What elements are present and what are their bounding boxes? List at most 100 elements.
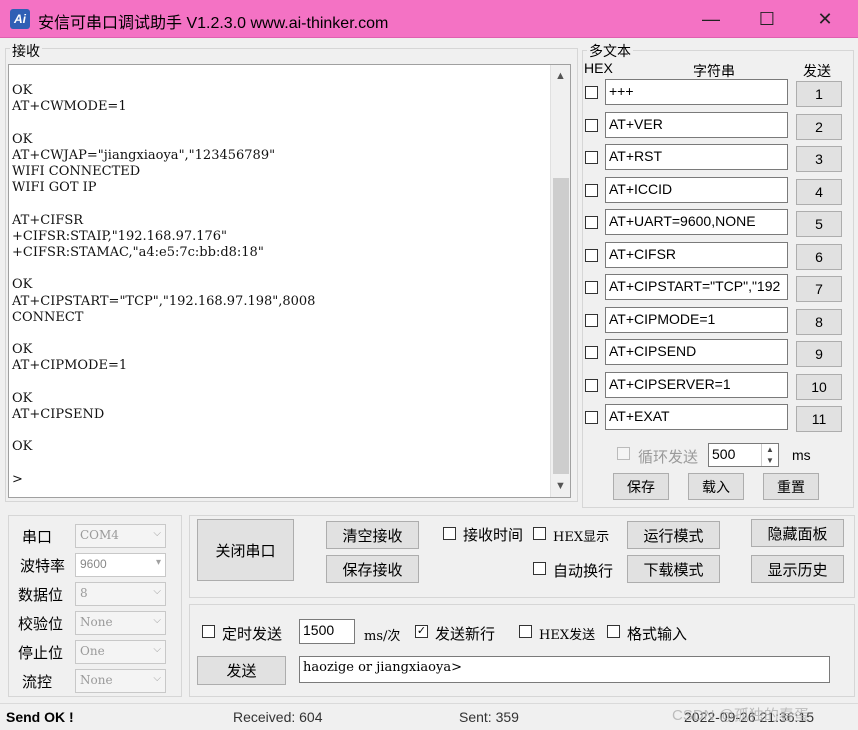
multitext-send-button[interactable]: 3 bbox=[796, 146, 842, 172]
multitext-send-button[interactable]: 5 bbox=[796, 211, 842, 237]
close-button[interactable]: ✕ bbox=[797, 0, 853, 38]
receive-scrollbar[interactable]: ▲ ▼ bbox=[550, 65, 570, 497]
parity-value: None bbox=[80, 615, 113, 629]
status-bar: Send OK ! Received: 604 Sent: 359 2022-0… bbox=[0, 703, 858, 730]
loop-interval-spinner[interactable]: ▲ ▼ bbox=[761, 444, 778, 466]
multitext-send-button[interactable]: 4 bbox=[796, 178, 842, 205]
receive-textarea[interactable]: OK AT+CWMODE=1 OK AT+CWJAP="jiangxiaoya"… bbox=[8, 64, 571, 498]
received-count: Received: 604 bbox=[233, 709, 323, 725]
databits-value: 8 bbox=[80, 586, 88, 600]
receive-text: OK AT+CWMODE=1 OK AT+CWJAP="jiangxiaoya"… bbox=[12, 83, 316, 487]
multitext-send-button[interactable]: 9 bbox=[796, 341, 842, 367]
multitext-send-button[interactable]: 1 bbox=[796, 81, 842, 107]
auto-wrap-label: 自动换行 bbox=[553, 563, 614, 580]
receive-group-label: 接收 bbox=[10, 41, 42, 61]
maximize-button[interactable]: ☐ bbox=[739, 0, 795, 38]
chevron-down-icon: ⌵ bbox=[153, 644, 161, 655]
chevron-down-icon: ⌵ bbox=[153, 615, 161, 626]
send-newline-checkbox[interactable]: ✓ bbox=[415, 625, 428, 638]
multitext-command-input[interactable]: AT+CIPSERVER=1 bbox=[605, 371, 788, 398]
scroll-down-icon[interactable]: ▼ bbox=[551, 477, 570, 495]
hex-display-checkbox[interactable] bbox=[533, 527, 546, 540]
hex-send-checkbox[interactable] bbox=[519, 625, 532, 638]
auto-wrap-checkbox[interactable] bbox=[533, 562, 546, 575]
multitext-group-label: 多文本 bbox=[587, 41, 633, 61]
loop-send-checkbox[interactable] bbox=[617, 447, 630, 460]
hex-send-label: HEX发送 bbox=[539, 628, 596, 643]
multitext-hex-checkbox[interactable] bbox=[585, 183, 598, 197]
timed-send-checkbox[interactable] bbox=[202, 625, 215, 638]
stopbits-select[interactable]: One ⌵ bbox=[75, 640, 166, 664]
multitext-hex-checkbox[interactable] bbox=[585, 216, 598, 229]
multitext-hex-checkbox[interactable] bbox=[585, 378, 598, 392]
minimize-button[interactable]: — bbox=[683, 0, 739, 38]
stopbits-label: 停止位 bbox=[18, 645, 64, 662]
send-text-input[interactable]: haozige or jiangxiaoya> bbox=[299, 656, 830, 683]
string-column-header: 字符串 bbox=[693, 63, 735, 79]
window-title: 安信可串口调试助手 V1.2.3.0 www.ai-thinker.com bbox=[38, 15, 389, 32]
multitext-hex-checkbox[interactable] bbox=[585, 86, 598, 99]
chevron-down-icon: ▾ bbox=[155, 557, 161, 568]
send-button[interactable]: 发送 bbox=[197, 656, 286, 685]
title-bar: Ai 安信可串口调试助手 V1.2.3.0 www.ai-thinker.com… bbox=[0, 0, 858, 38]
scroll-up-icon[interactable]: ▲ bbox=[551, 67, 570, 85]
multitext-hex-checkbox[interactable] bbox=[585, 248, 598, 262]
show-history-button[interactable]: 显示历史 bbox=[751, 555, 844, 583]
timed-interval-input[interactable]: 1500 bbox=[299, 619, 355, 644]
multitext-send-button[interactable]: 2 bbox=[796, 113, 842, 140]
multitext-hex-checkbox[interactable] bbox=[585, 346, 598, 359]
multitext-send-button[interactable]: 6 bbox=[796, 243, 842, 270]
port-select[interactable]: COM4 ⌵ bbox=[75, 524, 166, 548]
flow-select[interactable]: None ⌵ bbox=[75, 669, 166, 693]
baud-value: 9600 bbox=[80, 557, 107, 571]
multitext-command-input[interactable]: +++ bbox=[605, 79, 788, 105]
close-port-button[interactable]: 关闭串口 bbox=[197, 519, 294, 581]
multitext-hex-checkbox[interactable] bbox=[585, 281, 598, 294]
reset-multitext-button[interactable]: 重置 bbox=[763, 473, 819, 500]
multitext-send-button[interactable]: 7 bbox=[796, 276, 842, 302]
sent-count: Sent: 359 bbox=[459, 709, 519, 725]
load-multitext-button[interactable]: 载入 bbox=[688, 473, 744, 500]
multitext-command-input[interactable]: AT+VER bbox=[605, 111, 788, 138]
parity-label: 校验位 bbox=[18, 616, 64, 633]
multitext-command-input[interactable]: AT+CIFSR bbox=[605, 241, 788, 268]
multitext-send-button[interactable]: 8 bbox=[796, 308, 842, 335]
stopbits-value: One bbox=[80, 644, 105, 658]
hide-panel-button[interactable]: 隐藏面板 bbox=[751, 519, 844, 547]
multitext-command-input[interactable]: AT+UART=9600,NONE bbox=[605, 209, 788, 235]
port-value: COM4 bbox=[80, 528, 119, 542]
loop-send-label: 循环发送 bbox=[638, 449, 699, 466]
receive-time-checkbox[interactable] bbox=[443, 527, 456, 540]
multitext-command-input[interactable]: AT+ICCID bbox=[605, 176, 788, 203]
receive-time-label: 接收时间 bbox=[463, 527, 524, 544]
send-panel bbox=[189, 604, 855, 697]
send-column-header: 发送 bbox=[803, 63, 831, 79]
multitext-send-button[interactable]: 11 bbox=[796, 406, 842, 432]
databits-label: 数据位 bbox=[18, 587, 64, 604]
format-input-checkbox[interactable] bbox=[607, 625, 620, 638]
parity-select[interactable]: None ⌵ bbox=[75, 611, 166, 635]
send-newline-label: 发送新行 bbox=[435, 626, 496, 643]
download-mode-button[interactable]: 下载模式 bbox=[627, 555, 720, 583]
multitext-hex-checkbox[interactable] bbox=[585, 151, 598, 164]
databits-select[interactable]: 8 ⌵ bbox=[75, 582, 166, 606]
save-multitext-button[interactable]: 保存 bbox=[613, 473, 669, 500]
loop-unit-label: ms bbox=[792, 447, 811, 463]
multitext-hex-checkbox[interactable] bbox=[585, 313, 598, 327]
multitext-send-button[interactable]: 10 bbox=[796, 373, 842, 400]
save-receive-button[interactable]: 保存接收 bbox=[326, 555, 419, 583]
multitext-command-input[interactable]: AT+RST bbox=[605, 144, 788, 170]
run-mode-button[interactable]: 运行模式 bbox=[627, 521, 720, 549]
multitext-command-input[interactable]: AT+CIPSEND bbox=[605, 339, 788, 365]
multitext-command-input[interactable]: AT+CIPMODE=1 bbox=[605, 306, 788, 333]
multitext-hex-checkbox[interactable] bbox=[585, 118, 598, 132]
app-logo-icon: Ai bbox=[10, 9, 30, 29]
multitext-command-input[interactable]: AT+EXAT bbox=[605, 404, 788, 430]
flow-label: 流控 bbox=[22, 674, 53, 691]
scroll-thumb[interactable] bbox=[553, 178, 569, 474]
multitext-hex-checkbox[interactable] bbox=[585, 411, 598, 424]
chevron-down-icon: ⌵ bbox=[153, 528, 161, 539]
clear-receive-button[interactable]: 清空接收 bbox=[326, 521, 419, 549]
baud-select[interactable]: 9600 ▾ bbox=[75, 553, 166, 577]
multitext-command-input[interactable]: AT+CIPSTART="TCP","192 bbox=[605, 274, 788, 300]
